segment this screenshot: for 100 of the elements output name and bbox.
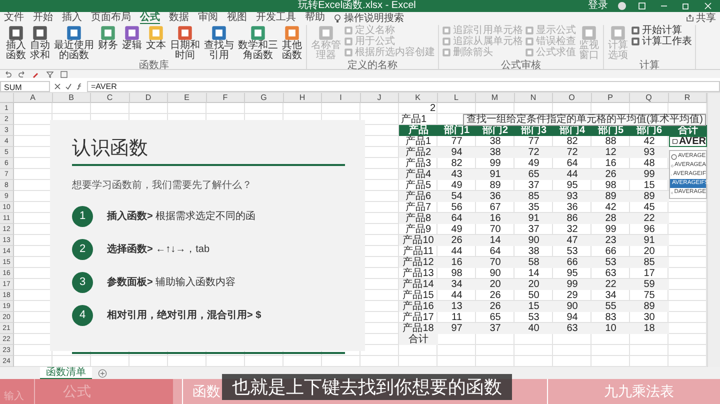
border-icon[interactable] [60, 70, 68, 78]
table-cell: 10 [592, 323, 630, 334]
table-cell: 26 [592, 169, 630, 180]
table-cell-text: 15 [642, 180, 656, 191]
column-letter[interactable]: G [245, 93, 284, 103]
window-title: 玩转Excel函数.xlsx - Excel [297, 1, 417, 11]
table-cell-text: 49 [450, 180, 464, 191]
column-letter[interactable]: A [14, 93, 52, 103]
column-letter[interactable]: H [284, 93, 322, 103]
column-letter[interactable]: P [592, 93, 630, 103]
column-letter[interactable]: J [360, 93, 399, 103]
cancel-icon[interactable] [54, 82, 61, 90]
table-cell: 85 [630, 257, 668, 268]
step-number: 1 [72, 206, 93, 226]
ribbon-button[interactable]: 开始计算 [631, 25, 692, 36]
table-cell-text: 88 [604, 136, 618, 147]
active-cell[interactable]: AVER [668, 136, 707, 147]
add-sheet-icon[interactable] [98, 368, 107, 378]
step-text: 选择函数> ←↑↓→，tab [107, 242, 210, 256]
table-cell: 94 [438, 147, 476, 158]
formula-field[interactable]: =AVER [87, 80, 720, 92]
ribbon-tab[interactable]: 文件 [4, 12, 24, 24]
ribbon-tab[interactable]: 审阅 [198, 12, 218, 24]
table-cell: 47 [553, 235, 592, 246]
ribbon-button[interactable]: 计算工作表 [631, 36, 692, 47]
table-cell: 产品4 [399, 169, 438, 180]
column-letter[interactable]: N [514, 93, 553, 103]
table-cell-text: 14 [527, 268, 540, 279]
slide-question: 想要学习函数前，我们需要先了解什么？ [72, 178, 253, 192]
table-cell-text: 44 [450, 290, 464, 301]
ribbon-tab[interactable]: 数据 [169, 12, 189, 24]
table-cell-text: 产品15 [402, 290, 435, 301]
table-cell-text: 48 [642, 158, 656, 169]
filter-icon[interactable] [46, 70, 54, 78]
table-cell-text: 64 [488, 246, 502, 257]
table-cell: 产品10 [399, 235, 438, 246]
column-letter[interactable]: K [399, 93, 438, 103]
ribbon-button[interactable]: 数学和三角函数 [237, 25, 279, 61]
group-label: 定义的名称 [346, 61, 398, 71]
column-letter[interactable]: R [668, 93, 707, 103]
redo-icon[interactable] [18, 70, 26, 78]
ribbon-tab[interactable]: 开始 [33, 12, 53, 24]
tell-me-search[interactable]: 操作说明搜索 [334, 11, 404, 25]
group-label: 公式审核 [500, 61, 542, 71]
table-cell-text: 38 [488, 136, 502, 147]
table-cell-text: 17 [642, 268, 656, 279]
table-cell: 产品12 [399, 257, 438, 268]
step-number: 3 [72, 272, 93, 292]
scrollbar[interactable] [707, 93, 720, 367]
column-letter[interactable]: Q [630, 93, 668, 103]
ribbon-button[interactable]: 日期和时间 [169, 25, 201, 61]
column-letter[interactable]: C [91, 93, 130, 103]
ribbon-tab[interactable]: 页面布局 [91, 12, 131, 24]
check-icon[interactable] [65, 82, 72, 90]
table-cell-text: 65 [488, 312, 502, 323]
sheet-tab[interactable]: 函数清单 [40, 367, 92, 379]
close-icon[interactable] [702, 2, 714, 10]
ribbon-button[interactable]: 财务 [97, 25, 119, 51]
column-letter[interactable]: D [130, 93, 168, 103]
step-number: 2 [72, 238, 93, 260]
table-cell-text: 产品13 [402, 268, 435, 279]
ribbon-button[interactable]: 插入函数 [5, 25, 27, 61]
ribbon-tab[interactable]: 视图 [227, 12, 247, 24]
table-cell: 16 [438, 257, 476, 268]
table-cell-text: 产品5 [404, 180, 432, 191]
ribbon-button[interactable]: 文本 [145, 25, 167, 51]
table-cell: 20 [476, 279, 514, 290]
table-cell-text: 产品17 [402, 312, 435, 323]
ribbon-display-icon[interactable] [636, 2, 648, 10]
table-cell-text: 53 [527, 312, 540, 323]
column-letter[interactable]: B [52, 93, 91, 103]
column-letter[interactable]: I [322, 93, 360, 103]
ribbon-button[interactable]: 逻辑 [121, 25, 143, 51]
column-letter[interactable]: O [553, 93, 592, 103]
avatar-icon[interactable] [618, 2, 626, 10]
name-box[interactable]: SUM [0, 80, 50, 92]
share-button[interactable]: 共享 [686, 11, 716, 25]
ribbon-tab[interactable]: 帮助 [305, 12, 325, 24]
undo-icon[interactable] [4, 70, 12, 78]
ribbon-button[interactable]: 最近使用的函数 [53, 25, 95, 61]
column-letter[interactable]: M [476, 93, 514, 103]
table-cell: 90 [553, 301, 592, 312]
sign-in-link[interactable]: 登录 [588, 1, 608, 11]
column-letter[interactable]: E [168, 93, 206, 103]
ribbon-button[interactable]: 查找与引用 [203, 25, 235, 61]
table-cell-text: 90 [488, 268, 502, 279]
ribbon-button[interactable]: 自动求和 [29, 25, 51, 61]
step-text: 插入函数> 根据需求选定不同的函 [107, 210, 256, 223]
ribbon-button[interactable]: 其他函数 [281, 25, 303, 61]
column-letter[interactable]: L [438, 93, 476, 103]
column-letter[interactable]: F [206, 93, 245, 103]
table-cell-text: 37 [527, 224, 540, 235]
table-cell-text: 56 [450, 202, 464, 213]
ribbon-tab[interactable]: 插入 [62, 12, 82, 24]
table-cell-text: 67 [488, 202, 502, 213]
ribbon-tab[interactable]: 开发工具 [256, 12, 296, 24]
table-cell-text: 64 [566, 158, 579, 169]
table-cell: 99 [553, 279, 592, 290]
table-cell: 产品6 [399, 191, 438, 202]
table-cell: 72 [553, 147, 592, 158]
